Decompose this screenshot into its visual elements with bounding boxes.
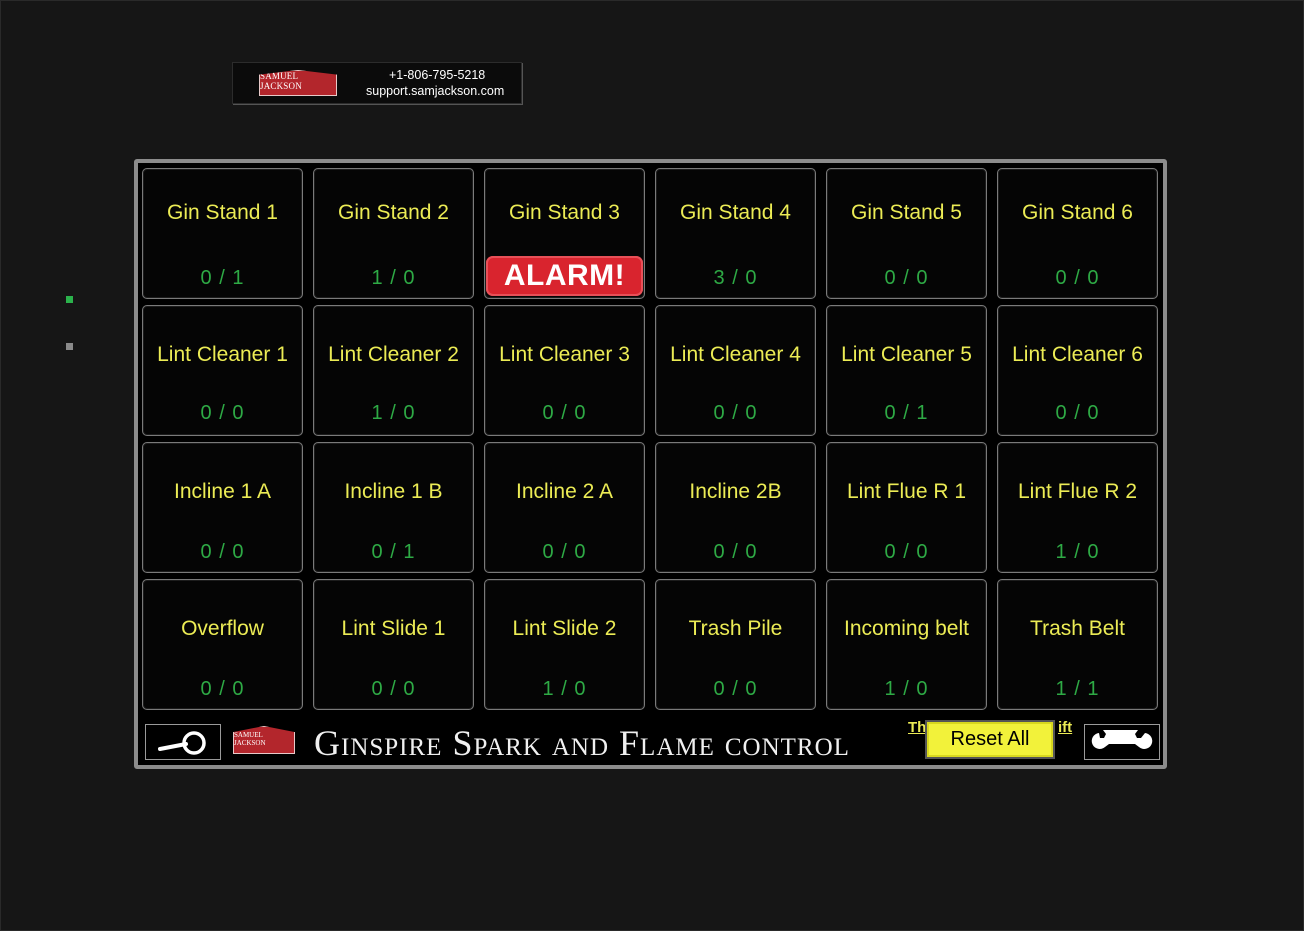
sensor-name: Lint Cleaner 1: [157, 343, 288, 366]
sensor-name: Incline 1 B: [344, 480, 443, 503]
sensor-count: 0 / 0: [542, 541, 587, 563]
sensor-count: 1 / 0: [542, 678, 587, 700]
sensor-name: Lint Cleaner 5: [841, 343, 972, 366]
sensor-name: Gin Stand 1: [167, 201, 278, 224]
sensor-count: 0 / 0: [200, 402, 245, 424]
sensor-name: Lint Cleaner 3: [499, 343, 630, 366]
panel-title: Ginspire Spark and Flame control: [314, 723, 850, 763]
sensor-name: Trash Pile: [688, 617, 783, 640]
sensor-name: Incline 2 A: [516, 480, 613, 503]
sensor-count: 0 / 0: [713, 402, 758, 424]
sensor-count: 0 / 0: [713, 541, 758, 563]
sensor-count: 3 / 0: [713, 267, 758, 289]
control-panel: Gin Stand 10 / 1 Gin Stand 21 / 0 Gin Stan…: [134, 159, 1167, 769]
sensor-tile-gin-stand-6[interactable]: Gin Stand 6 0 / 0: [997, 168, 1158, 299]
sensor-tile-lint-slide-2[interactable]: Lint Slide 2 1 / 0: [484, 579, 645, 710]
sensor-tile-trash-belt[interactable]: Trash Belt 1 / 1: [997, 579, 1158, 710]
sensor-count: 0 / 0: [371, 678, 416, 700]
sensor-count: 1 / 0: [371, 402, 416, 424]
sensor-name: Lint Flue R 1: [846, 480, 967, 503]
sensor-count: 1 / 0: [884, 678, 929, 700]
sensor-name: Lint Flue R 2: [1017, 480, 1138, 503]
sensor-count: 0 / 0: [200, 678, 245, 700]
sensor-name: Gin Stand 6: [1022, 201, 1133, 224]
sensor-count: 1 / 1: [1055, 678, 1100, 700]
magnifier-icon: [158, 731, 206, 755]
sensor-tile-lint-cleaner-6[interactable]: Lint Cleaner 6 0 / 0: [997, 305, 1158, 436]
sensor-tile-lint-cleaner-5[interactable]: Lint Cleaner 5 0 / 1: [826, 305, 987, 436]
sensor-count: 1 / 0: [1055, 541, 1100, 563]
sensor-count: 0 / 0: [884, 267, 929, 289]
sensor-tile-lint-flue-r-1[interactable]: Lint Flue R 1 0 / 0: [826, 442, 987, 573]
sensor-grid: Gin Stand 10 / 1 Gin Stand 21 / 0 Gin Stan…: [142, 168, 1158, 710]
search-button[interactable]: [145, 724, 221, 760]
sensor-count: 0 / 0: [884, 541, 929, 563]
support-website: support.samjackson.com: [366, 84, 505, 98]
sensor-name: Lint Cleaner 6: [1012, 343, 1143, 366]
sensor-name: Gin Stand 5: [851, 201, 962, 224]
obscured-link-left[interactable]: Th: [908, 719, 926, 736]
sensor-name: Gin Stand 2: [338, 201, 449, 224]
sensor-tile-lint-cleaner-3[interactable]: Lint Cleaner 3 0 / 0: [484, 305, 645, 436]
sensor-tile-gin-stand-5[interactable]: Gin Stand 5 0 / 0: [826, 168, 987, 299]
support-phone: +1-806-795-5218: [389, 68, 486, 82]
sensor-tile-incline-2b[interactable]: Incline 2B 0 / 0: [655, 442, 816, 573]
sensor-count: 0 / 0: [200, 541, 245, 563]
settings-button[interactable]: [1084, 724, 1160, 760]
sensor-tile-lint-slide-1[interactable]: Lint Slide 1 0 / 0: [313, 579, 474, 710]
sensor-tile-lint-cleaner-1[interactable]: Lint Cleaner 1 0 / 0: [142, 305, 303, 436]
sensor-name: Lint Slide 1: [341, 617, 446, 640]
sensor-count: 0 / 0: [1055, 267, 1100, 289]
sensor-name: Trash Belt: [1030, 617, 1125, 640]
sensor-name: Gin Stand 4: [680, 201, 791, 224]
sensor-count: 1 / 0: [371, 267, 416, 289]
sensor-tile-incline-2-a[interactable]: Incline 2 A 0 / 0: [484, 442, 645, 573]
obscured-link-right[interactable]: ift: [1058, 719, 1072, 736]
sensor-count: 0 / 1: [884, 402, 929, 424]
sensor-tile-lint-flue-r-2[interactable]: Lint Flue R 2 1 / 0: [997, 442, 1158, 573]
sensor-count: 0 / 0: [713, 678, 758, 700]
sensor-name: Lint Cleaner 2: [328, 343, 459, 366]
sensor-name: Lint Slide 2: [512, 617, 617, 640]
sensor-count: 0 / 0: [1055, 402, 1100, 424]
bottom-bar: SAMUEL JACKSON Ginspire Spark and Flame …: [138, 719, 1163, 765]
sensor-count: 0 / 0: [542, 402, 587, 424]
sensor-tile-trash-pile[interactable]: Trash Pile 0 / 0: [655, 579, 816, 710]
sensor-tile-gin-stand-3[interactable]: Gin Stand 3 ALARM!: [484, 168, 645, 299]
sensor-name: Incline 1 A: [174, 480, 271, 503]
sensor-tile-overflow[interactable]: Overflow 0 / 0: [142, 579, 303, 710]
sensor-name: Incline 2B: [689, 480, 782, 503]
status-led-gray: [66, 343, 73, 350]
sensor-tile-gin-stand-1[interactable]: Gin Stand 1 0 / 1: [142, 168, 303, 299]
wrench-icon: [1091, 730, 1153, 749]
sensor-name: Lint Cleaner 4: [670, 343, 801, 366]
sensor-tile-incline-1-b[interactable]: Incline 1 B 0 / 1: [313, 442, 474, 573]
sensor-count: 0 / 1: [200, 267, 245, 289]
sensor-name: Incoming belt: [844, 617, 969, 640]
alarm-badge[interactable]: ALARM!: [486, 256, 643, 296]
sensor-tile-incline-1-a[interactable]: Incline 1 A 0 / 0: [142, 442, 303, 573]
sensor-tile-gin-stand-4[interactable]: Gin Stand 4 3 / 0: [655, 168, 816, 299]
sensor-name: Overflow: [181, 617, 264, 640]
support-contact-tag: SAMUEL JACKSON +1-806-795-5218 support.s…: [232, 62, 522, 104]
samuel-jackson-mini-logo: SAMUEL JACKSON: [233, 726, 295, 754]
sensor-name: Gin Stand 3: [509, 201, 620, 224]
status-led-green: [66, 296, 73, 303]
samuel-jackson-logo: SAMUEL JACKSON: [259, 70, 337, 96]
sensor-tile-gin-stand-2[interactable]: Gin Stand 2 1 / 0: [313, 168, 474, 299]
reset-all-button[interactable]: Reset All: [925, 720, 1055, 759]
sensor-count: 0 / 1: [371, 541, 416, 563]
sensor-tile-lint-cleaner-2[interactable]: Lint Cleaner 2 1 / 0: [313, 305, 474, 436]
sensor-tile-lint-cleaner-4[interactable]: Lint Cleaner 4 0 / 0: [655, 305, 816, 436]
sensor-tile-incoming-belt[interactable]: Incoming belt 1 / 0: [826, 579, 987, 710]
